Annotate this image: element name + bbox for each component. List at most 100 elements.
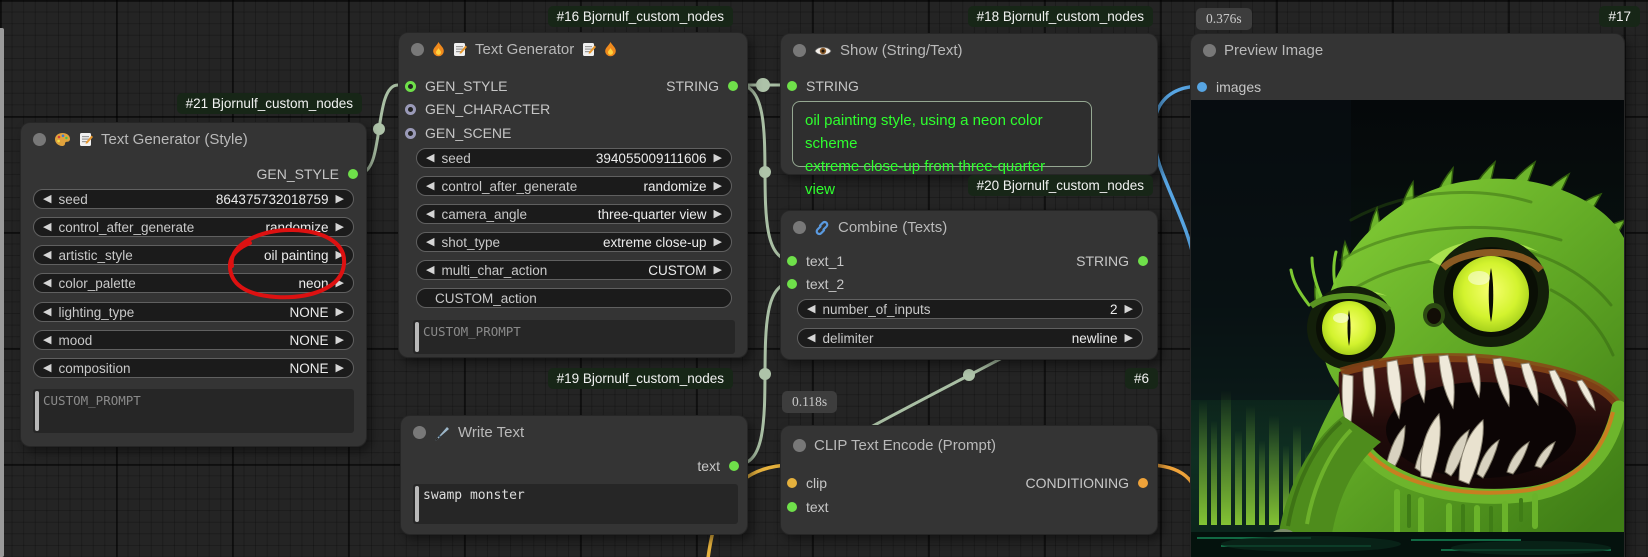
write-text-textarea[interactable]: swamp monster (413, 484, 738, 524)
node-header[interactable]: Text Generator (Style) (21, 123, 366, 156)
left-arrow-icon[interactable]: ◀ (43, 363, 51, 374)
collapse-dot[interactable] (33, 133, 46, 146)
right-arrow-icon[interactable]: ▶ (714, 237, 722, 248)
collapse-dot[interactable] (793, 44, 806, 57)
widget-lighting-type[interactable]: ◀lighting_typeNONE▶ (33, 302, 354, 322)
node-text-generator[interactable]: Text Generator GEN_STYLE STRING GEN_CHAR… (398, 32, 748, 358)
left-arrow-icon[interactable]: ◀ (426, 153, 434, 164)
node-id-badge: #16 Bjornulf_custom_nodes (548, 6, 733, 27)
output-port-genstyle[interactable] (348, 169, 358, 179)
node-id-badge: #21 Bjornulf_custom_nodes (177, 93, 362, 114)
right-arrow-icon[interactable]: ▶ (336, 307, 344, 318)
string-display-box[interactable]: oil painting style, using a neon color s… (792, 101, 1092, 167)
widget-camera-angle[interactable]: ◀camera_anglethree-quarter view▶ (416, 204, 732, 224)
left-arrow-icon[interactable]: ◀ (43, 250, 51, 261)
node-preview-image[interactable]: Preview Image images (1190, 33, 1625, 557)
right-arrow-icon[interactable]: ▶ (714, 153, 722, 164)
node-write-text[interactable]: Write Text text swamp monster (400, 415, 748, 535)
widget-mood[interactable]: ◀moodNONE▶ (33, 330, 354, 350)
output-port-conditioning[interactable] (1138, 478, 1148, 488)
right-arrow-icon[interactable]: ▶ (336, 278, 344, 289)
right-arrow-icon[interactable]: ▶ (714, 209, 722, 220)
right-arrow-icon[interactable]: ▶ (1125, 304, 1133, 315)
input-port-clip[interactable] (787, 478, 797, 488)
widget-color-palette[interactable]: ◀color_paletteneon▶ (33, 273, 354, 293)
node-header[interactable]: CLIP Text Encode (Prompt) (781, 426, 1157, 464)
widget-seed[interactable]: ◀seed864375732018759▶ (33, 189, 354, 209)
input-label: images (1216, 79, 1261, 95)
node-clip-text-encode[interactable]: CLIP Text Encode (Prompt) clip CONDITION… (780, 425, 1158, 535)
left-arrow-icon[interactable]: ◀ (43, 335, 51, 346)
custom-prompt-textarea[interactable]: CUSTOM_PROMPT (33, 389, 354, 433)
right-arrow-icon[interactable]: ▶ (1125, 333, 1133, 344)
widget-number-of-inputs[interactable]: ◀number_of_inputs2▶ (797, 299, 1143, 319)
widget-control-after-generate[interactable]: ◀control_after_generaterandomize▶ (33, 217, 354, 237)
fire-icon (432, 42, 445, 57)
node-header[interactable]: Show (String/Text) (781, 34, 1157, 67)
left-arrow-icon[interactable]: ◀ (426, 265, 434, 276)
output-port-string[interactable] (728, 81, 738, 91)
node-id-badge: #18 Bjornulf_custom_nodes (968, 6, 1153, 27)
input-port-text2[interactable] (787, 279, 797, 289)
output-port-string[interactable] (1138, 256, 1148, 266)
widget-control-after-generate[interactable]: ◀control_after_generaterandomize▶ (416, 176, 732, 196)
collapse-dot[interactable] (411, 43, 424, 56)
node-text-generator-style[interactable]: Text Generator (Style) GEN_STYLE ◀seed86… (20, 122, 367, 447)
left-arrow-icon[interactable]: ◀ (43, 278, 51, 289)
input-port-images[interactable] (1197, 82, 1207, 92)
input-row-genstyle: GEN_STYLE STRING (399, 76, 747, 96)
node-header[interactable]: Text Generator (399, 33, 747, 66)
widget-delimiter[interactable]: ◀delimiternewline▶ (797, 328, 1143, 348)
preview-image-frame (1191, 100, 1624, 557)
widget-artistic-style[interactable]: ◀artistic_styleoil painting▶ (33, 245, 354, 265)
output-row-string: STRING (1076, 253, 1148, 269)
input-row-string: STRING (781, 76, 1157, 96)
widget-seed[interactable]: ◀seed394055009111606▶ (416, 148, 732, 168)
left-arrow-icon[interactable]: ◀ (807, 304, 815, 315)
node-header[interactable]: Preview Image (1191, 34, 1624, 67)
left-arrow-icon[interactable]: ◀ (43, 194, 51, 205)
node-title-label: Preview Image (1224, 42, 1323, 59)
output-row-conditioning: CONDITIONING (1026, 475, 1148, 491)
input-port-genstyle[interactable] (405, 81, 416, 92)
node-combine-texts[interactable]: Combine (Texts) text_1 STRING text_2 ◀nu… (780, 210, 1158, 360)
right-arrow-icon[interactable]: ▶ (714, 181, 722, 192)
left-arrow-icon[interactable]: ◀ (426, 181, 434, 192)
left-arrow-icon[interactable]: ◀ (807, 333, 815, 344)
collapse-dot[interactable] (413, 426, 426, 439)
input-row-images: images (1191, 77, 1624, 97)
right-arrow-icon[interactable]: ▶ (714, 265, 722, 276)
left-arrow-icon[interactable]: ◀ (426, 209, 434, 220)
input-port-genscene[interactable] (405, 128, 416, 139)
left-arrow-icon[interactable]: ◀ (426, 237, 434, 248)
custom-prompt-textarea[interactable]: CUSTOM_PROMPT (413, 320, 735, 354)
input-port-text[interactable] (787, 502, 797, 512)
input-row-text2: text_2 (781, 274, 1157, 294)
collapse-dot[interactable] (1203, 44, 1216, 57)
widget-shot-type[interactable]: ◀shot_typeextreme close-up▶ (416, 232, 732, 252)
widget-composition[interactable]: ◀compositionNONE▶ (33, 358, 354, 378)
collapse-dot[interactable] (793, 439, 806, 452)
output-port-text[interactable] (729, 461, 739, 471)
widget-custom-action[interactable]: CUSTOM_action (416, 288, 732, 308)
right-arrow-icon[interactable]: ▶ (336, 335, 344, 346)
widget-multi-char-action[interactable]: ◀multi_char_actionCUSTOM▶ (416, 260, 732, 280)
right-arrow-icon[interactable]: ▶ (336, 222, 344, 233)
node-graph-canvas[interactable]: #21 Bjornulf_custom_nodes Text Generator… (0, 0, 1648, 557)
collapse-dot[interactable] (793, 221, 806, 234)
input-port-text1[interactable] (787, 256, 797, 266)
right-arrow-icon[interactable]: ▶ (336, 250, 344, 261)
output-label: STRING (1076, 253, 1129, 269)
node-header[interactable]: Write Text (401, 416, 747, 449)
output-row-genstyle: GEN_STYLE (21, 164, 366, 184)
node-title-label: Write Text (458, 424, 524, 441)
left-arrow-icon[interactable]: ◀ (43, 307, 51, 318)
node-id-badge: #20 Bjornulf_custom_nodes (968, 175, 1153, 196)
right-arrow-icon[interactable]: ▶ (336, 194, 344, 205)
node-header[interactable]: Combine (Texts) (781, 211, 1157, 244)
input-port-string[interactable] (787, 81, 797, 91)
input-port-gencharacter[interactable] (405, 104, 416, 115)
left-arrow-icon[interactable]: ◀ (43, 222, 51, 233)
node-show-string-text[interactable]: Show (String/Text) STRING oil painting s… (780, 33, 1158, 175)
right-arrow-icon[interactable]: ▶ (336, 363, 344, 374)
